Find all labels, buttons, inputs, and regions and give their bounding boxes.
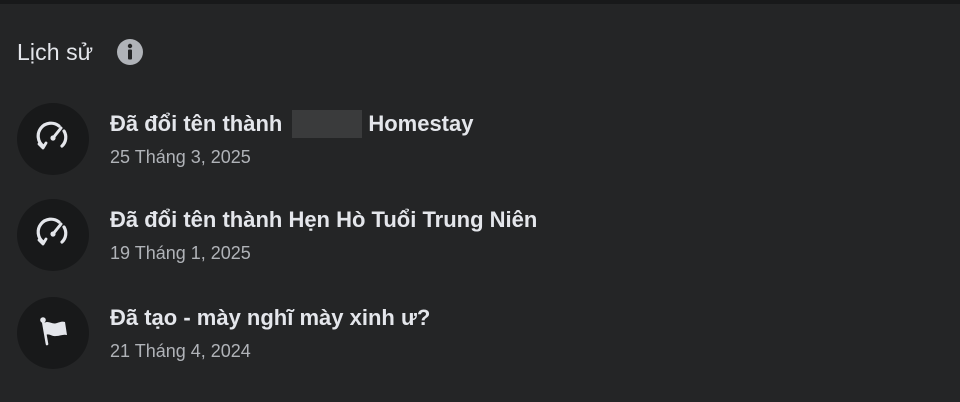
history-header: Lịch sử	[17, 37, 144, 67]
gauge-icon	[35, 215, 71, 256]
flag-icon	[36, 314, 70, 353]
history-item-text: Đã đổi tên thành Homestay 25 Tháng 3, 20…	[110, 109, 473, 170]
gauge-icon-container	[17, 103, 89, 175]
history-item-date: 25 Tháng 3, 2025	[110, 146, 251, 167]
redacted-block	[292, 109, 363, 138]
history-item-date: 21 Tháng 4, 2024	[110, 340, 251, 361]
history-item-text: Đã đổi tên thành Hẹn Hò Tuổi Trung Niên …	[110, 205, 537, 266]
history-item-title: Đã tạo - mày nghĩ mày xinh ư?	[110, 304, 431, 330]
history-panel: Lịch sử Đã đổi tên thành Homestay 25 Thá…	[0, 4, 960, 402]
gauge-icon	[35, 119, 71, 160]
history-item: Đã đổi tên thành Hẹn Hò Tuổi Trung Niên …	[17, 198, 917, 272]
info-icon[interactable]	[116, 38, 144, 66]
history-item-text: Đã tạo - mày nghĩ mày xinh ư? 21 Tháng 4…	[110, 303, 430, 364]
history-item-title: Đã đổi tên thành Homestay	[110, 109, 473, 139]
section-title: Lịch sử	[17, 38, 94, 65]
history-item: Đã tạo - mày nghĩ mày xinh ư? 21 Tháng 4…	[17, 296, 917, 370]
history-item-title: Đã đổi tên thành Hẹn Hò Tuổi Trung Niên	[110, 206, 538, 232]
flag-icon-container	[17, 297, 89, 369]
history-item-date: 19 Tháng 1, 2025	[110, 242, 251, 263]
title-suffix: Homestay	[368, 110, 474, 136]
title-prefix: Đã đổi tên thành	[110, 110, 283, 136]
gauge-icon-container	[17, 199, 89, 271]
history-item: Đã đổi tên thành Homestay 25 Tháng 3, 20…	[17, 102, 917, 176]
